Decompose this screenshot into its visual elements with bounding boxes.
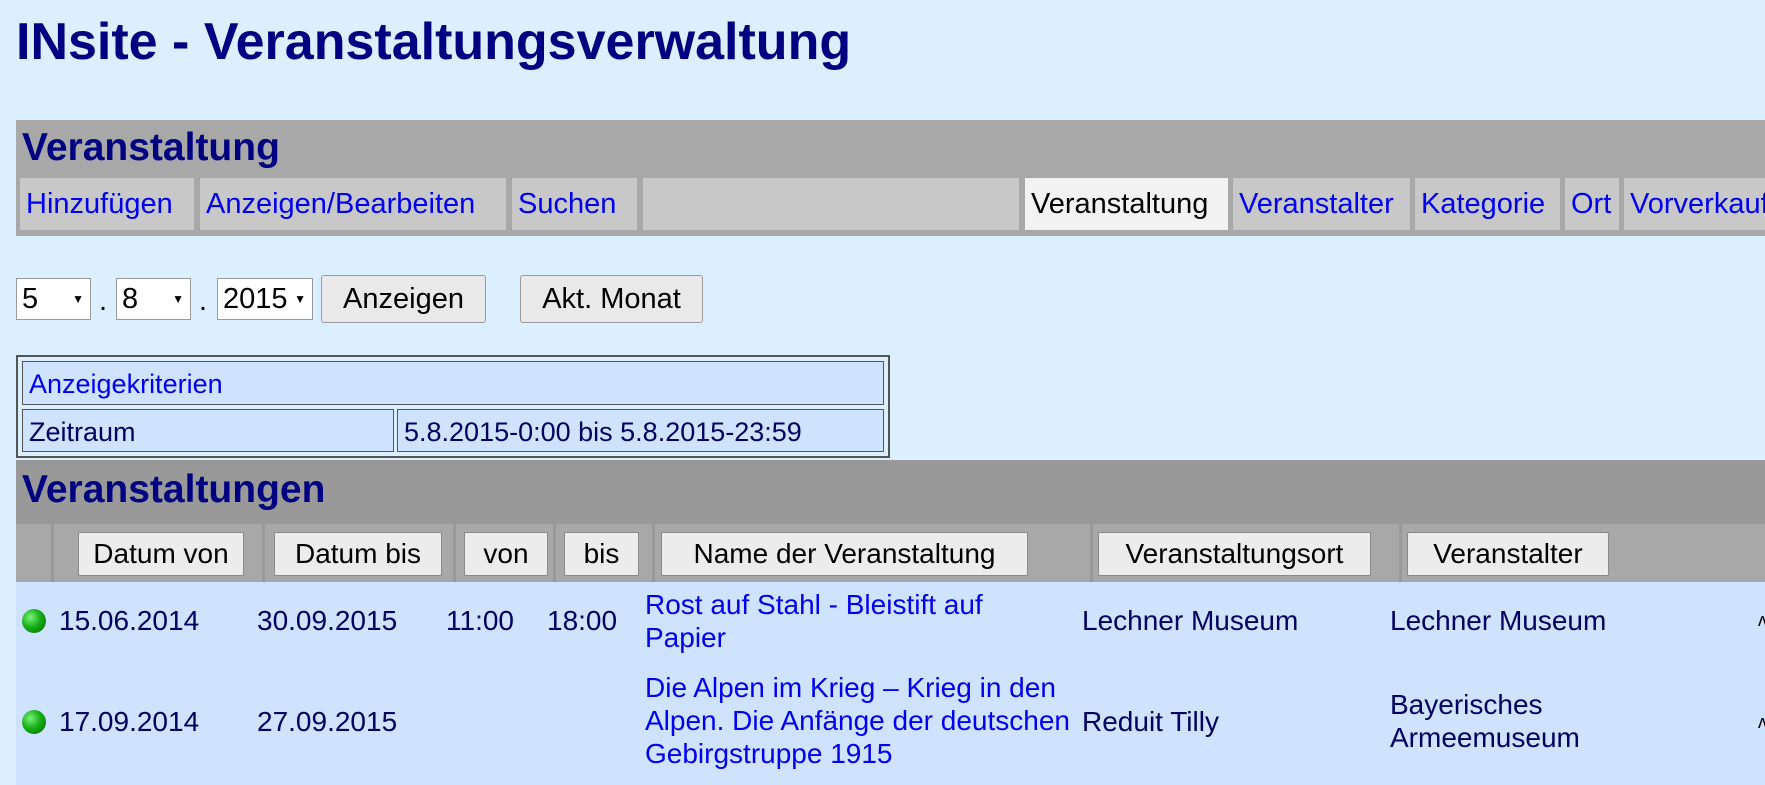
sort-veranstalter-button[interactable]: Veranstalter — [1407, 532, 1609, 576]
sort-datum-bis-button[interactable]: Datum bis — [274, 532, 442, 576]
nav-section-title: Veranstaltung — [22, 126, 280, 169]
date-separator: . — [99, 285, 108, 317]
date-separator: . — [199, 285, 208, 317]
month-select[interactable]: 8 ▼ — [116, 278, 191, 320]
nav-spacer — [643, 178, 1019, 230]
datum-von: 17.09.2014 — [59, 706, 200, 737]
status-green-icon — [22, 609, 46, 633]
show-button[interactable]: Anzeigen — [321, 275, 486, 323]
tab-kategorie[interactable]: Kategorie — [1415, 178, 1560, 230]
clipped-column-marker: ʌ — [1758, 610, 1765, 630]
col-veranstalter: Veranstalter — [1402, 524, 1765, 582]
events-section-title: Veranstaltungen — [22, 468, 326, 511]
time-von: 11:00 — [446, 605, 514, 636]
tab-veranstaltung[interactable]: Veranstaltung — [1025, 178, 1228, 230]
event-location: Reduit Tilly — [1082, 706, 1219, 737]
day-select-value: 5 — [22, 283, 39, 315]
status-column-header — [16, 524, 51, 582]
tab-ort[interactable]: Ort — [1565, 178, 1619, 230]
criteria-title[interactable]: Anzeigekriterien — [22, 361, 884, 405]
tab-veranstalter[interactable]: Veranstalter — [1233, 178, 1410, 230]
table-row: 15.06.2014 30.09.2015 11:00 18:00 Rost a… — [16, 582, 1765, 660]
action-show-edit[interactable]: Anzeigen/Bearbeiten — [200, 178, 506, 230]
col-von: von — [456, 524, 553, 582]
status-green-icon — [22, 710, 46, 734]
sort-name-button[interactable]: Name der Veranstaltung — [661, 532, 1028, 576]
datum-bis: 30.09.2015 — [257, 605, 398, 636]
year-select-value: 2015 — [223, 283, 288, 315]
navigation-panel: Veranstaltung Hinzufügen Anzeigen/Bearbe… — [16, 120, 1765, 236]
day-select[interactable]: 5 ▼ — [16, 278, 91, 320]
col-datum-bis: Datum bis — [265, 524, 453, 582]
events-panel: Veranstaltungen Datum von Datum bis von … — [16, 460, 1765, 785]
clipped-column-marker: ʌ — [1758, 712, 1765, 732]
event-location: Lechner Museum — [1082, 605, 1299, 636]
year-select[interactable]: 2015 ▼ — [217, 278, 313, 320]
datum-bis: 27.09.2015 — [257, 706, 398, 737]
event-name-link[interactable]: Die Alpen im Krieg – Krieg in den Alpen.… — [645, 671, 1070, 770]
page-title: INsite - Veranstaltungsverwaltung — [16, 13, 852, 71]
sort-von-button[interactable]: von — [464, 532, 548, 576]
table-row: 17.09.2014 27.09.2015 Die Alpen im Krieg… — [16, 660, 1765, 785]
sort-bis-button[interactable]: bis — [564, 532, 639, 576]
dropdown-arrow-icon: ▼ — [172, 292, 184, 306]
col-name: Name der Veranstaltung — [655, 524, 1090, 582]
datum-von: 15.06.2014 — [59, 605, 200, 636]
event-organizer: Bayerisches Armeemuseum — [1390, 689, 1580, 753]
event-organizer: Lechner Museum — [1390, 605, 1607, 636]
criteria-label: Zeitraum — [22, 409, 394, 452]
col-ort: Veranstaltungsort — [1093, 524, 1399, 582]
action-search[interactable]: Suchen — [512, 178, 637, 230]
current-month-button[interactable]: Akt. Monat — [520, 275, 703, 323]
sort-ort-button[interactable]: Veranstaltungsort — [1098, 532, 1371, 576]
dropdown-arrow-icon: ▼ — [294, 292, 306, 306]
month-select-value: 8 — [122, 283, 139, 315]
col-datum-von: Datum von — [54, 524, 262, 582]
tab-vorverkauf[interactable]: Vorverkauf — [1624, 178, 1765, 230]
event-name-link[interactable]: Rost auf Stahl - Bleistift auf Papier — [645, 588, 1065, 654]
criteria-table: Anzeigekriterien Zeitraum 5.8.2015-0:00 … — [16, 355, 890, 458]
time-bis: 18:00 — [547, 605, 618, 636]
criteria-value: 5.8.2015-0:00 bis 5.8.2015-23:59 — [397, 409, 884, 452]
col-bis: bis — [556, 524, 652, 582]
action-add[interactable]: Hinzufügen — [20, 178, 194, 230]
dropdown-arrow-icon: ▼ — [72, 292, 84, 306]
sort-datum-von-button[interactable]: Datum von — [78, 532, 244, 576]
